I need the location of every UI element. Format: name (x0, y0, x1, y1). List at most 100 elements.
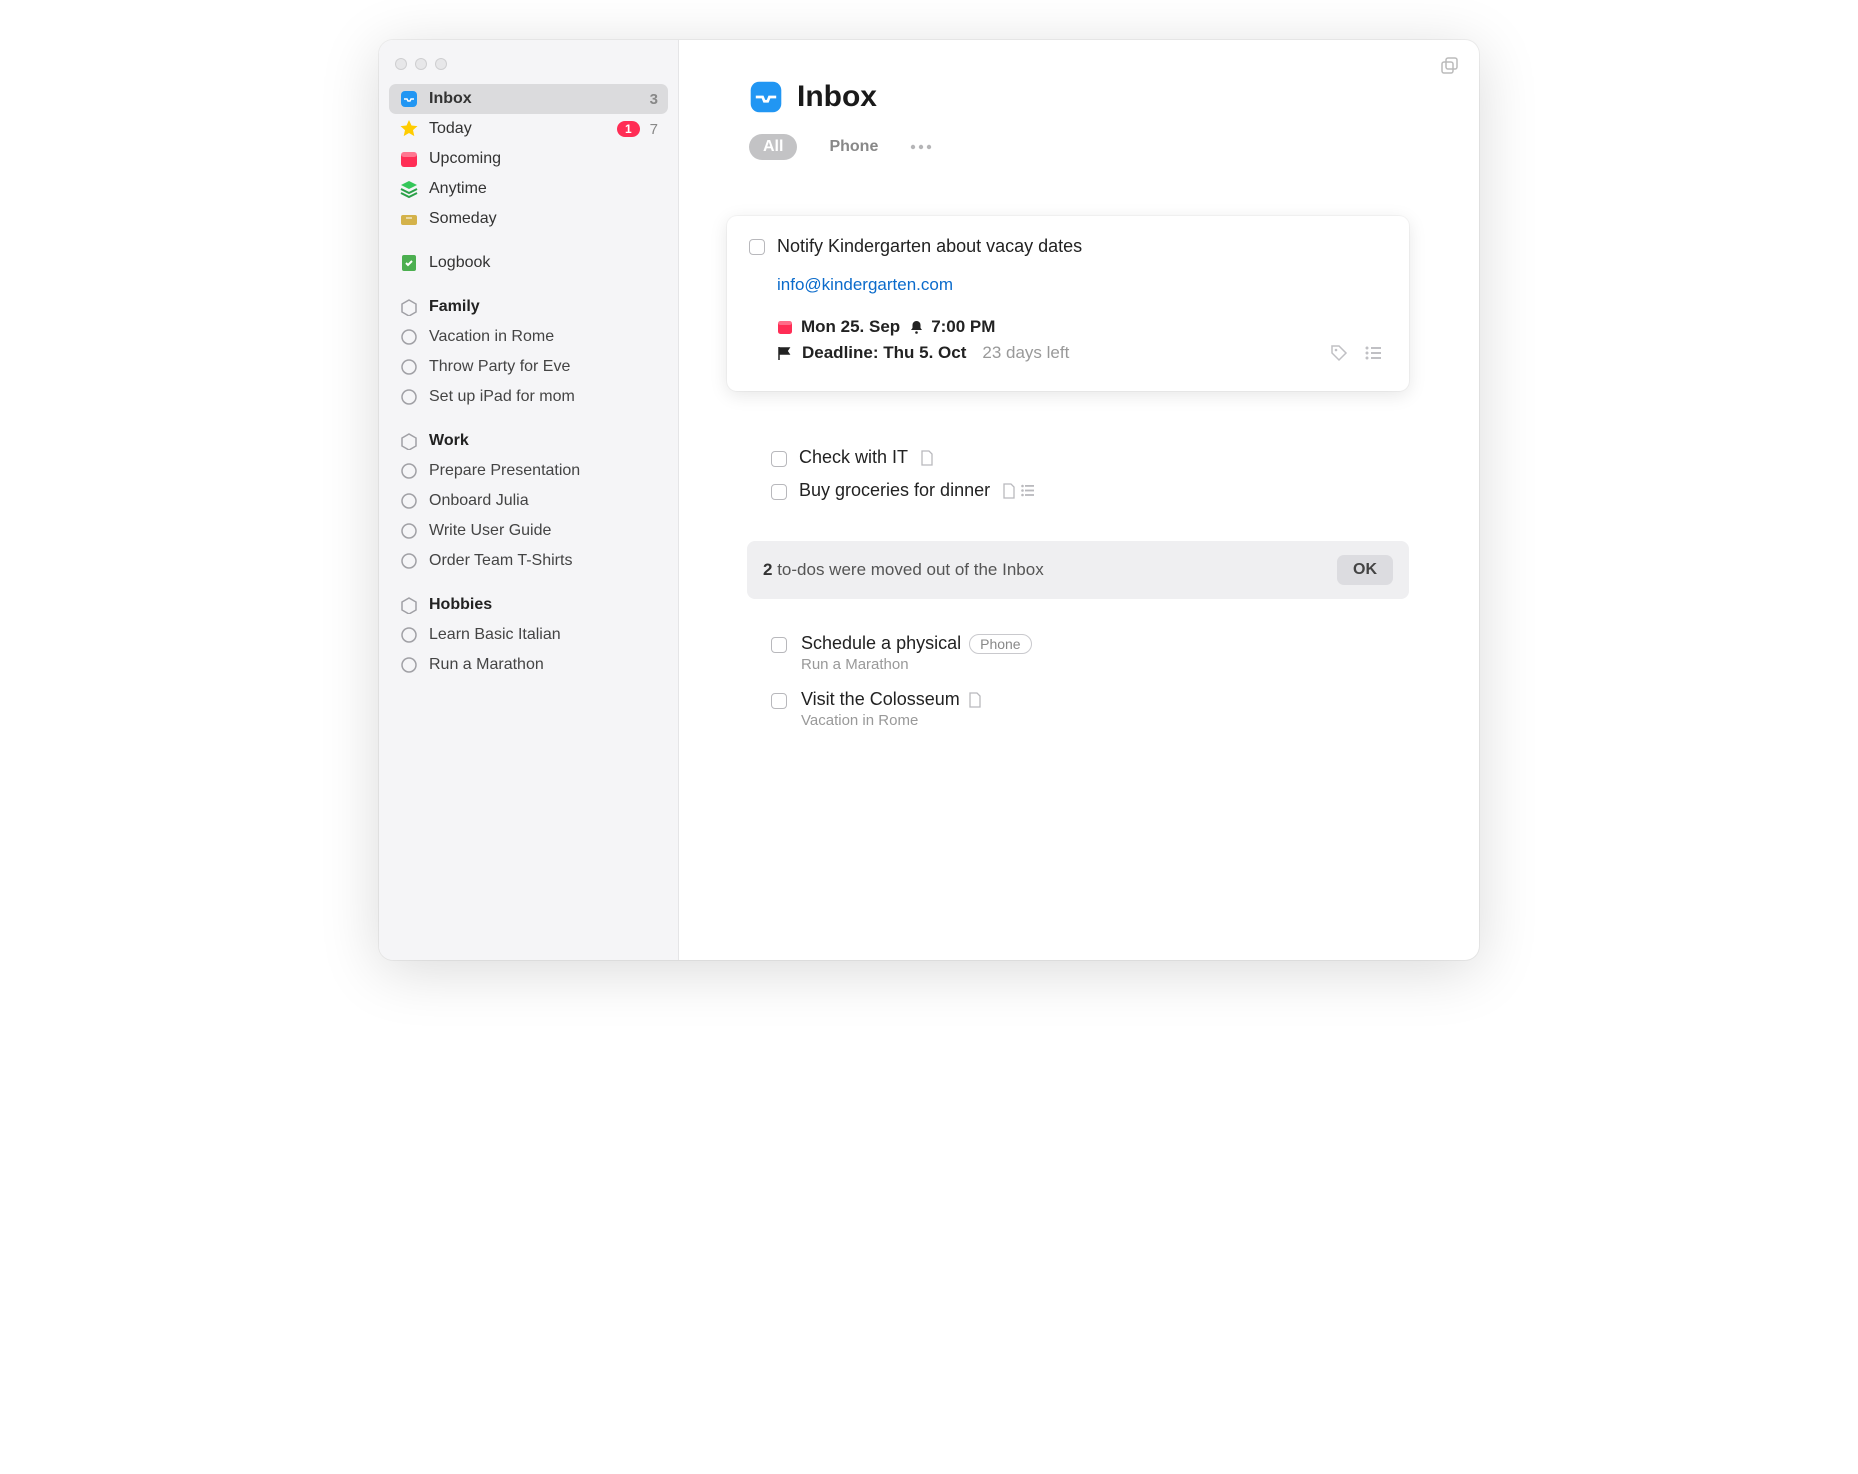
window-controls (389, 54, 668, 84)
sidebar-item-label: Today (429, 120, 607, 138)
project-label: Run a Marathon (429, 656, 658, 674)
filters-more-icon[interactable] (910, 144, 932, 150)
task-note-link[interactable]: info@kindergarten.com (777, 275, 1383, 295)
sidebar-logbook-group: Logbook (389, 248, 668, 278)
sidebar-item-logbook[interactable]: Logbook (389, 248, 668, 278)
ok-button[interactable]: OK (1337, 555, 1393, 585)
task-date-row[interactable]: Mon 25. Sep 7:00 PM (777, 317, 1383, 337)
project-label: Vacation in Rome (429, 328, 658, 346)
project-label: Onboard Julia (429, 492, 658, 510)
drawer-icon (399, 209, 419, 229)
moved-label: to-dos were moved out of the Inbox (777, 560, 1044, 579)
sidebar-item-anytime[interactable]: Anytime (389, 174, 668, 204)
app-window: Inbox 3 Today 1 7 Upcoming (379, 40, 1479, 960)
task-checkbox[interactable] (771, 637, 787, 653)
sidebar-item-today[interactable]: Today 1 7 (389, 114, 668, 144)
note-icon (968, 692, 982, 708)
sidebar-project[interactable]: Prepare Presentation (389, 456, 668, 486)
pie-icon (399, 521, 419, 541)
sidebar-project[interactable]: Throw Party for Eve (389, 352, 668, 382)
moved-bar: 2 to-dos were moved out of the Inbox OK (747, 541, 1409, 599)
task-title: Check with IT (799, 447, 908, 468)
project-label: Prepare Presentation (429, 462, 658, 480)
sidebar-item-label: Someday (429, 210, 658, 228)
task-title: Visit the Colosseum (801, 689, 960, 710)
task-checkbox[interactable] (771, 451, 787, 467)
task-checkbox[interactable] (771, 484, 787, 500)
task-project: Vacation in Rome (801, 712, 982, 729)
minimize-dot[interactable] (415, 58, 427, 70)
sidebar-area[interactable]: Hobbies (389, 590, 668, 620)
note-icon (1002, 483, 1016, 499)
area-label: Hobbies (429, 596, 658, 614)
sidebar-item-inbox[interactable]: Inbox 3 (389, 84, 668, 114)
pie-icon (399, 491, 419, 511)
sidebar-project[interactable]: Onboard Julia (389, 486, 668, 516)
sidebar-item-someday[interactable]: Someday (389, 204, 668, 234)
sidebar-project[interactable]: Run a Marathon (389, 650, 668, 680)
task-checkbox[interactable] (771, 693, 787, 709)
bell-icon (910, 320, 923, 334)
new-window-icon[interactable] (1439, 56, 1459, 76)
task-title: Buy groceries for dinner (799, 480, 990, 501)
task-row[interactable]: Check with IT (749, 441, 1409, 474)
task-title[interactable]: Notify Kindergarten about vacay dates (777, 236, 1082, 257)
project-label: Order Team T-Shirts (429, 552, 658, 570)
project-label: Set up iPad for mom (429, 388, 658, 406)
flag-icon (777, 346, 792, 361)
zoom-dot[interactable] (435, 58, 447, 70)
project-label: Throw Party for Eve (429, 358, 658, 376)
cube-icon (399, 297, 419, 317)
pie-icon (399, 625, 419, 645)
task-reminder: 7:00 PM (931, 317, 995, 337)
sidebar-area[interactable]: Work (389, 426, 668, 456)
checklist-icon[interactable] (1363, 343, 1383, 363)
task-days-left: 23 days left (982, 343, 1069, 363)
pie-icon (399, 387, 419, 407)
sidebar-project[interactable]: Learn Basic Italian (389, 620, 668, 650)
inbox-tasks: Check with IT Buy groceries for dinner (749, 441, 1409, 507)
task-row[interactable]: Buy groceries for dinner (749, 474, 1409, 507)
tag-filters: All Phone (749, 134, 1409, 160)
close-dot[interactable] (395, 58, 407, 70)
checklist-icon (1020, 483, 1035, 499)
sidebar-item-label: Upcoming (429, 150, 658, 168)
moved-task-row[interactable]: Schedule a physicalPhoneRun a Marathon (749, 627, 1409, 683)
area-label: Work (429, 432, 658, 450)
inbox-icon (749, 80, 783, 114)
calendar-icon (777, 319, 793, 335)
sidebar-project[interactable]: Order Team T-Shirts (389, 546, 668, 576)
sidebar-project[interactable]: Write User Guide (389, 516, 668, 546)
sidebar-area[interactable]: Family (389, 292, 668, 322)
main-panel: Inbox All Phone Notify Kindergarten abou… (679, 40, 1479, 960)
pie-icon (399, 357, 419, 377)
sidebar-item-label: Logbook (429, 254, 658, 272)
sidebar-item-count: 7 (650, 121, 658, 138)
task-date: Mon 25. Sep (801, 317, 900, 337)
pie-icon (399, 551, 419, 571)
sidebar-item-label: Anytime (429, 180, 658, 198)
sidebar-project[interactable]: Set up iPad for mom (389, 382, 668, 412)
sidebar: Inbox 3 Today 1 7 Upcoming (379, 40, 679, 960)
sidebar-item-badge: 1 (617, 121, 640, 137)
task-deadline: Deadline: Thu 5. Oct (802, 343, 966, 363)
task-deadline-row[interactable]: Deadline: Thu 5. Oct 23 days left (777, 343, 1383, 363)
sidebar-project[interactable]: Vacation in Rome (389, 322, 668, 352)
tag-icon[interactable] (1329, 343, 1349, 363)
moved-task-row[interactable]: Visit the Colosseum Vacation in Rome (749, 683, 1409, 739)
page-title-row: Inbox (749, 80, 1409, 114)
sidebar-item-upcoming[interactable]: Upcoming (389, 144, 668, 174)
task-tag[interactable]: Phone (969, 634, 1031, 654)
filter-all[interactable]: All (749, 134, 797, 160)
moved-bar-text: 2 to-dos were moved out of the Inbox (763, 560, 1044, 580)
selected-task-card[interactable]: Notify Kindergarten about vacay dates in… (727, 216, 1409, 391)
inbox-icon (399, 89, 419, 109)
pie-icon (399, 327, 419, 347)
task-checkbox[interactable] (749, 239, 765, 255)
pie-icon (399, 461, 419, 481)
filter-phone[interactable]: Phone (815, 134, 892, 160)
moved-count: 2 (763, 560, 772, 579)
pie-icon (399, 655, 419, 675)
sidebar-item-count: 3 (650, 91, 658, 108)
area-label: Family (429, 298, 658, 316)
